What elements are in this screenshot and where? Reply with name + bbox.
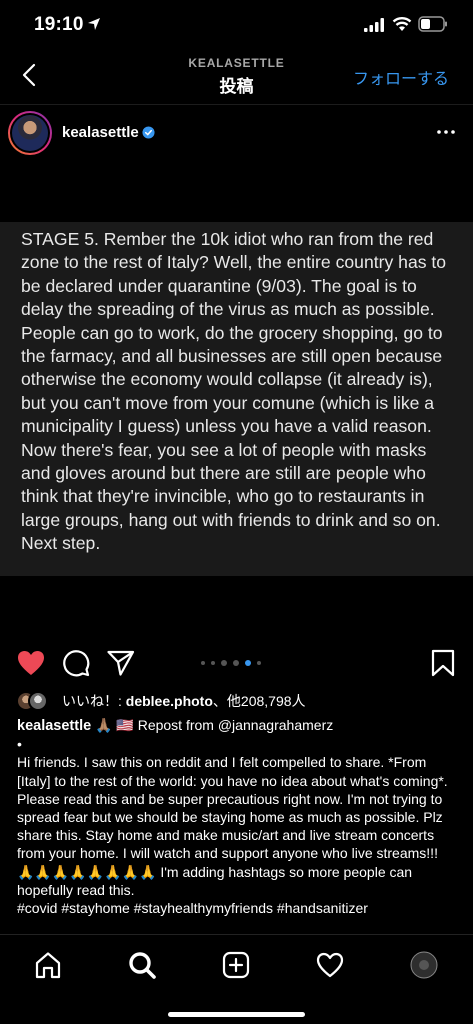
more-options-button[interactable] xyxy=(435,122,457,142)
carousel-indicator xyxy=(201,660,261,666)
like-button[interactable] xyxy=(16,648,46,678)
media-text: STAGE 5. Rember the 10k idiot who ran fr… xyxy=(21,229,447,554)
post-media[interactable]: STAGE 5. Rember the 10k idiot who ran fr… xyxy=(0,162,473,632)
status-time: 19:10 xyxy=(34,14,84,35)
location-arrow-icon xyxy=(88,18,100,30)
nav-add[interactable] xyxy=(216,945,256,985)
status-bar: 19:10 xyxy=(0,0,473,52)
profile-avatar xyxy=(410,951,438,979)
carousel-dot xyxy=(211,661,215,665)
search-icon xyxy=(129,952,156,979)
comment-icon xyxy=(63,650,90,677)
carousel-dot xyxy=(257,661,261,665)
caption-body: • Hi friends. I saw this on reddit and I… xyxy=(17,736,448,917)
more-icon xyxy=(437,130,455,134)
carousel-dot xyxy=(221,660,227,666)
post-actions xyxy=(0,640,473,684)
home-icon xyxy=(35,952,61,979)
caption-username[interactable]: kealasettle xyxy=(17,718,91,734)
carousel-dot xyxy=(233,660,239,666)
top-header: KEALASETTLE 投稿 フォローする xyxy=(0,52,473,102)
carousel-dot xyxy=(201,661,205,665)
media-text-panel: STAGE 5. Rember the 10k idiot who ran fr… xyxy=(0,222,473,576)
post-caption: kealasettle 🙏🏽 🇺🇸 Repost from @jannagrah… xyxy=(17,716,457,917)
home-indicator xyxy=(168,1012,305,1017)
caption-header-text: 🙏🏽 🇺🇸 Repost from @jannagrahamerz xyxy=(91,717,334,733)
battery-icon xyxy=(418,16,447,32)
share-button[interactable] xyxy=(106,648,136,678)
save-button[interactable] xyxy=(428,648,458,678)
carousel-dot-active xyxy=(245,660,251,666)
comment-button[interactable] xyxy=(61,648,91,678)
liker-username[interactable]: deblee.photo xyxy=(126,693,213,709)
nav-profile[interactable] xyxy=(404,945,444,985)
share-icon xyxy=(107,650,135,676)
activity-heart-icon xyxy=(316,952,344,978)
signal-icon xyxy=(364,18,384,32)
post-header: kealasettle xyxy=(0,104,473,162)
heart-icon xyxy=(18,651,44,675)
bookmark-icon xyxy=(431,649,455,677)
nav-home[interactable] xyxy=(28,945,68,985)
nav-search[interactable] xyxy=(122,945,162,985)
likes-text: いいね！: deblee.photo、他208,798人 xyxy=(62,693,306,709)
likes-row[interactable]: いいね！: deblee.photo、他208,798人 xyxy=(16,690,306,712)
add-icon xyxy=(222,951,250,979)
verified-badge-icon xyxy=(142,126,155,139)
follow-button[interactable]: フォローする xyxy=(353,65,449,89)
wifi-icon xyxy=(392,17,412,31)
post-username[interactable]: kealasettle xyxy=(62,124,139,141)
liker-avatars xyxy=(16,691,56,711)
nav-activity[interactable] xyxy=(310,945,350,985)
bottom-nav xyxy=(0,934,473,1024)
avatar xyxy=(28,691,48,711)
avatar[interactable] xyxy=(8,111,52,155)
